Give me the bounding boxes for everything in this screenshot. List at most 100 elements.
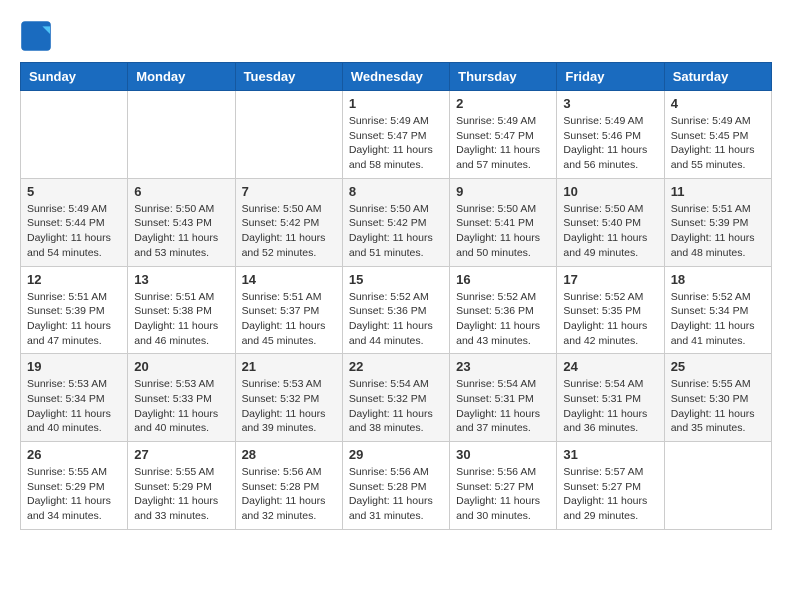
calendar-cell: 18 Sunrise: 5:52 AM Sunset: 5:34 PM Dayli…	[664, 266, 771, 354]
day-info: Sunrise: 5:53 AM Sunset: 5:34 PM Dayligh…	[27, 377, 121, 436]
calendar-week-row: 26 Sunrise: 5:55 AM Sunset: 5:29 PM Dayli…	[21, 442, 772, 530]
calendar-week-row: 1 Sunrise: 5:49 AM Sunset: 5:47 PM Daylig…	[21, 91, 772, 179]
day-info: Sunrise: 5:49 AM Sunset: 5:47 PM Dayligh…	[349, 114, 443, 173]
day-info: Sunrise: 5:56 AM Sunset: 5:28 PM Dayligh…	[349, 465, 443, 524]
day-info: Sunrise: 5:53 AM Sunset: 5:33 PM Dayligh…	[134, 377, 228, 436]
day-info: Sunrise: 5:53 AM Sunset: 5:32 PM Dayligh…	[242, 377, 336, 436]
calendar-cell: 7 Sunrise: 5:50 AM Sunset: 5:42 PM Daylig…	[235, 178, 342, 266]
day-number: 8	[349, 184, 443, 199]
day-number: 20	[134, 359, 228, 374]
calendar-cell: 29Sunrise: 5:56 AM Sunset: 5:28 PM Dayli…	[342, 442, 449, 530]
day-of-week-header: Friday	[557, 63, 664, 91]
day-info: Sunrise: 5:55 AM Sunset: 5:30 PM Dayligh…	[671, 377, 765, 436]
day-info: Sunrise: 5:51 AM Sunset: 5:39 PM Dayligh…	[671, 202, 765, 261]
calendar-cell: 2 Sunrise: 5:49 AM Sunset: 5:47 PM Daylig…	[450, 91, 557, 179]
day-of-week-header: Monday	[128, 63, 235, 91]
calendar-cell	[235, 91, 342, 179]
day-info: Sunrise: 5:50 AM Sunset: 5:40 PM Dayligh…	[563, 202, 657, 261]
calendar-cell: 11 Sunrise: 5:51 AM Sunset: 5:39 PM Dayli…	[664, 178, 771, 266]
day-info: Sunrise: 5:49 AM Sunset: 5:44 PM Dayligh…	[27, 202, 121, 261]
calendar-cell: 12 Sunrise: 5:51 AM Sunset: 5:39 PM Dayli…	[21, 266, 128, 354]
calendar-cell	[128, 91, 235, 179]
day-number: 16	[456, 272, 550, 287]
calendar-cell: 5 Sunrise: 5:49 AM Sunset: 5:44 PM Daylig…	[21, 178, 128, 266]
day-number: 30	[456, 447, 550, 462]
day-info: Sunrise: 5:51 AM Sunset: 5:37 PM Dayligh…	[242, 290, 336, 349]
calendar-cell: 31Sunrise: 5:57 AM Sunset: 5:27 PM Dayli…	[557, 442, 664, 530]
day-number: 28	[242, 447, 336, 462]
calendar-cell: 30 Sunrise: 5:56 AM Sunset: 5:27 PM Dayli…	[450, 442, 557, 530]
logo-icon	[20, 20, 52, 52]
day-info: Sunrise: 5:52 AM Sunset: 5:35 PM Dayligh…	[563, 290, 657, 349]
day-info: Sunrise: 5:51 AM Sunset: 5:38 PM Dayligh…	[134, 290, 228, 349]
calendar-cell: 3 Sunrise: 5:49 AM Sunset: 5:46 PM Daylig…	[557, 91, 664, 179]
day-info: Sunrise: 5:56 AM Sunset: 5:27 PM Dayligh…	[456, 465, 550, 524]
day-info: Sunrise: 5:54 AM Sunset: 5:31 PM Dayligh…	[456, 377, 550, 436]
day-info: Sunrise: 5:50 AM Sunset: 5:41 PM Dayligh…	[456, 202, 550, 261]
calendar-cell	[21, 91, 128, 179]
day-info: Sunrise: 5:49 AM Sunset: 5:46 PM Dayligh…	[563, 114, 657, 173]
calendar-cell: 13Sunrise: 5:51 AM Sunset: 5:38 PM Dayli…	[128, 266, 235, 354]
day-info: Sunrise: 5:50 AM Sunset: 5:42 PM Dayligh…	[349, 202, 443, 261]
day-info: Sunrise: 5:55 AM Sunset: 5:29 PM Dayligh…	[134, 465, 228, 524]
calendar-cell: 26 Sunrise: 5:55 AM Sunset: 5:29 PM Dayli…	[21, 442, 128, 530]
day-number: 25	[671, 359, 765, 374]
day-number: 1	[349, 96, 443, 111]
day-number: 4	[671, 96, 765, 111]
day-info: Sunrise: 5:54 AM Sunset: 5:32 PM Dayligh…	[349, 377, 443, 436]
day-number: 6	[134, 184, 228, 199]
day-info: Sunrise: 5:50 AM Sunset: 5:42 PM Dayligh…	[242, 202, 336, 261]
day-info: Sunrise: 5:52 AM Sunset: 5:36 PM Dayligh…	[456, 290, 550, 349]
day-number: 11	[671, 184, 765, 199]
day-info: Sunrise: 5:52 AM Sunset: 5:34 PM Dayligh…	[671, 290, 765, 349]
day-of-week-header: Tuesday	[235, 63, 342, 91]
day-info: Sunrise: 5:57 AM Sunset: 5:27 PM Dayligh…	[563, 465, 657, 524]
day-number: 19	[27, 359, 121, 374]
calendar-cell: 19 Sunrise: 5:53 AM Sunset: 5:34 PM Dayli…	[21, 354, 128, 442]
day-number: 2	[456, 96, 550, 111]
day-number: 27	[134, 447, 228, 462]
day-number: 24	[563, 359, 657, 374]
day-number: 17	[563, 272, 657, 287]
calendar-cell: 16 Sunrise: 5:52 AM Sunset: 5:36 PM Dayli…	[450, 266, 557, 354]
day-number: 10	[563, 184, 657, 199]
calendar-cell: 27 Sunrise: 5:55 AM Sunset: 5:29 PM Dayli…	[128, 442, 235, 530]
calendar-cell: 9 Sunrise: 5:50 AM Sunset: 5:41 PM Daylig…	[450, 178, 557, 266]
day-number: 14	[242, 272, 336, 287]
calendar-table: SundayMondayTuesdayWednesdayThursdayFrid…	[20, 62, 772, 530]
day-number: 22	[349, 359, 443, 374]
calendar-cell: 23 Sunrise: 5:54 AM Sunset: 5:31 PM Dayli…	[450, 354, 557, 442]
day-info: Sunrise: 5:56 AM Sunset: 5:28 PM Dayligh…	[242, 465, 336, 524]
day-info: Sunrise: 5:49 AM Sunset: 5:47 PM Dayligh…	[456, 114, 550, 173]
day-number: 3	[563, 96, 657, 111]
day-number: 9	[456, 184, 550, 199]
calendar-cell	[664, 442, 771, 530]
calendar-cell: 8 Sunrise: 5:50 AM Sunset: 5:42 PM Daylig…	[342, 178, 449, 266]
calendar-cell: 4Sunrise: 5:49 AM Sunset: 5:45 PM Daylig…	[664, 91, 771, 179]
calendar-cell: 21Sunrise: 5:53 AM Sunset: 5:32 PM Dayli…	[235, 354, 342, 442]
day-info: Sunrise: 5:55 AM Sunset: 5:29 PM Dayligh…	[27, 465, 121, 524]
calendar-cell: 15 Sunrise: 5:52 AM Sunset: 5:36 PM Dayli…	[342, 266, 449, 354]
calendar-cell: 25 Sunrise: 5:55 AM Sunset: 5:30 PM Dayli…	[664, 354, 771, 442]
day-number: 12	[27, 272, 121, 287]
day-number: 5	[27, 184, 121, 199]
day-number: 26	[27, 447, 121, 462]
day-info: Sunrise: 5:52 AM Sunset: 5:36 PM Dayligh…	[349, 290, 443, 349]
calendar-week-row: 5 Sunrise: 5:49 AM Sunset: 5:44 PM Daylig…	[21, 178, 772, 266]
day-number: 23	[456, 359, 550, 374]
calendar-cell: 22 Sunrise: 5:54 AM Sunset: 5:32 PM Dayli…	[342, 354, 449, 442]
day-of-week-header: Wednesday	[342, 63, 449, 91]
calendar-header-row: SundayMondayTuesdayWednesdayThursdayFrid…	[21, 63, 772, 91]
day-of-week-header: Thursday	[450, 63, 557, 91]
calendar-cell: 20 Sunrise: 5:53 AM Sunset: 5:33 PM Dayli…	[128, 354, 235, 442]
day-info: Sunrise: 5:51 AM Sunset: 5:39 PM Dayligh…	[27, 290, 121, 349]
day-info: Sunrise: 5:50 AM Sunset: 5:43 PM Dayligh…	[134, 202, 228, 261]
day-number: 15	[349, 272, 443, 287]
day-of-week-header: Saturday	[664, 63, 771, 91]
calendar-cell: 10 Sunrise: 5:50 AM Sunset: 5:40 PM Dayli…	[557, 178, 664, 266]
calendar-cell: 24Sunrise: 5:54 AM Sunset: 5:31 PM Dayli…	[557, 354, 664, 442]
logo	[20, 20, 58, 52]
day-number: 18	[671, 272, 765, 287]
day-number: 7	[242, 184, 336, 199]
calendar-cell: 17 Sunrise: 5:52 AM Sunset: 5:35 PM Dayli…	[557, 266, 664, 354]
